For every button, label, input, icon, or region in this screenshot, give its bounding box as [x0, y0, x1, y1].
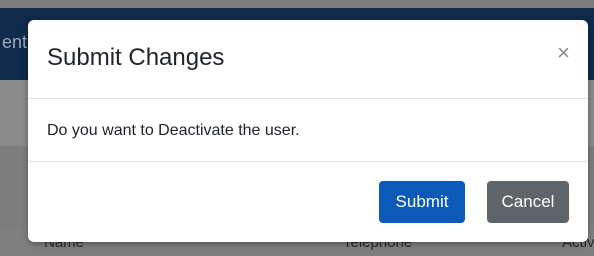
submit-changes-dialog: Submit Changes × Do you want to Deactiva…	[28, 20, 588, 242]
background-header-text: ent	[2, 32, 28, 52]
confirmation-message: Do you want to Deactivate the user.	[47, 122, 300, 139]
submit-button[interactable]: Submit	[379, 181, 465, 223]
modal-header: Submit Changes ×	[28, 20, 588, 99]
modal-body: Do you want to Deactivate the user.	[28, 99, 588, 162]
cancel-button[interactable]: Cancel	[487, 181, 569, 223]
close-icon[interactable]: ×	[557, 42, 570, 64]
modal-title: Submit Changes	[47, 44, 225, 71]
modal-footer: Submit Cancel	[28, 162, 588, 242]
